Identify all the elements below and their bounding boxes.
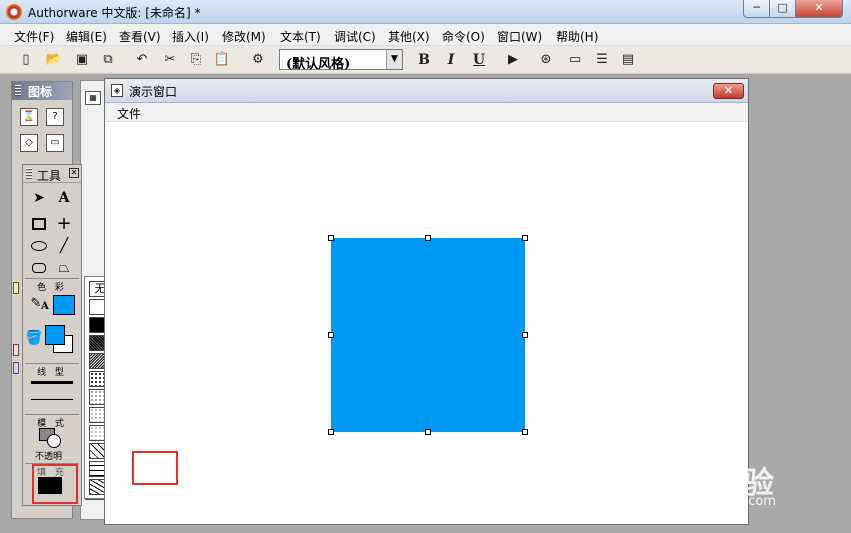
foreground-color-swatch[interactable]: [45, 325, 65, 345]
underline-button[interactable]: U: [469, 50, 489, 70]
polygon-tool-icon[interactable]: ⏢: [53, 257, 75, 279]
color-section-label: 色 彩: [25, 278, 79, 293]
menu-file[interactable]: 文件(F): [14, 28, 54, 45]
menu-bar: 文件(F) 编辑(E) 查看(V) 插入(I) 修改(M) 文本(T) 调试(C…: [0, 24, 851, 46]
app-icon: [6, 4, 22, 20]
knowledge-objects-icon[interactable]: ▤: [618, 50, 638, 70]
selection-handle[interactable]: [522, 235, 528, 241]
blue-rectangle-shape[interactable]: [331, 238, 525, 432]
menu-other[interactable]: 其他(X): [388, 28, 430, 45]
presentation-menu-file[interactable]: 文件: [117, 105, 141, 122]
display-icon[interactable]: ⌛: [20, 108, 38, 126]
line-tool-icon[interactable]: ╱: [53, 235, 75, 257]
decision-icon[interactable]: ?: [46, 108, 64, 126]
cut-icon[interactable]: ✂: [160, 50, 180, 70]
selection-handle[interactable]: [328, 235, 334, 241]
rectangle-tool-icon[interactable]: [28, 213, 50, 235]
text-style-value: (默认风格): [286, 57, 351, 72]
color-swatch: [13, 362, 19, 374]
save-all-icon[interactable]: ▣: [72, 50, 92, 70]
import-icon[interactable]: ⧉: [98, 50, 118, 70]
control-panel-icon[interactable]: ⊛: [536, 50, 556, 70]
window-title: Authorware 中文版: [未命名] *: [28, 6, 201, 20]
open-folder-icon[interactable]: 📂: [44, 50, 64, 70]
menu-modify[interactable]: 修改(M): [222, 28, 266, 45]
design-window-icon: ▦: [85, 91, 101, 105]
watermark: Bai 经验 jingyan.baidu.com: [650, 458, 840, 518]
ellipse-tool-icon[interactable]: [28, 235, 50, 257]
mode-circle-icon: [47, 434, 61, 448]
crosshair-tool-icon[interactable]: +: [53, 213, 75, 235]
line-style-thick[interactable]: [31, 381, 73, 384]
mode-section-label: 模 式: [25, 414, 79, 429]
selection-handle[interactable]: [328, 332, 334, 338]
icon-palette-header[interactable]: 图标: [12, 82, 72, 100]
copy-icon[interactable]: ⎘: [186, 50, 206, 70]
find-icon[interactable]: ⚙: [248, 50, 268, 70]
title-bar: Authorware 中文版: [未命名] * ─ □ ✕: [0, 0, 851, 24]
presentation-close-button[interactable]: ✕: [713, 83, 744, 99]
presentation-menu-bar: 文件: [105, 103, 748, 122]
rounded-rect-tool-icon[interactable]: [28, 257, 50, 279]
selection-handle[interactable]: [425, 235, 431, 241]
pen-color-text: A: [41, 301, 49, 312]
menu-debug[interactable]: 调试(C): [334, 28, 376, 45]
minimize-button[interactable]: ─: [743, 0, 770, 18]
tools-palette-header[interactable]: 工具 ✕: [23, 165, 81, 183]
toolbar: ▯ 📂 ▣ ⧉ ↶ ✂ ⎘ 📋 ⚙ (默认风格) ▼ B I U ▶ ⊛ ▭ ☰…: [0, 46, 851, 74]
selection-handle[interactable]: [328, 429, 334, 435]
grip-icon: [26, 168, 32, 180]
pointer-tool-icon[interactable]: ➤: [28, 187, 50, 209]
text-tool[interactable]: A: [53, 187, 75, 209]
variables-icon[interactable]: ☰: [592, 50, 612, 70]
menu-text[interactable]: 文本(T): [280, 28, 321, 45]
new-file-icon[interactable]: ▯: [16, 50, 36, 70]
menu-help[interactable]: 帮助(H): [556, 28, 598, 45]
mode-value: 不透明: [35, 452, 63, 462]
wait-icon[interactable]: ▭: [46, 134, 64, 152]
menu-edit[interactable]: 编辑(E): [66, 28, 107, 45]
line-section-label: 线 型: [25, 363, 79, 378]
highlight-fill-swatch: [32, 464, 78, 504]
functions-icon[interactable]: ▭: [565, 50, 585, 70]
undo-icon[interactable]: ↶: [132, 50, 152, 70]
presentation-title-bar[interactable]: ◈ 演示窗口 ✕: [105, 79, 748, 103]
menu-command[interactable]: 命令(O): [442, 28, 485, 45]
close-button[interactable]: ✕: [795, 0, 843, 18]
grip-icon: [15, 85, 21, 97]
watermark-sub: jingyan.baidu.com: [656, 494, 776, 509]
highlight-fill-pattern: [132, 451, 178, 485]
restart-icon[interactable]: ▶: [503, 50, 523, 70]
selection-handle[interactable]: [522, 332, 528, 338]
icon-palette-title: 图标: [28, 85, 53, 99]
erase-icon[interactable]: ◇: [20, 134, 38, 152]
tools-palette: 工具 ✕ ➤ A + ╱ ⏢ 色 彩 ✎ A 🪣 线 型 模 式 不透明 填 充: [22, 164, 82, 506]
menu-insert[interactable]: 插入(I): [172, 28, 209, 45]
presentation-window-icon: ◈: [111, 84, 123, 97]
maximize-button[interactable]: □: [769, 0, 796, 18]
menu-window[interactable]: 窗口(W): [497, 28, 542, 45]
close-icon[interactable]: ✕: [69, 168, 79, 178]
selection-handle[interactable]: [425, 429, 431, 435]
text-style-select[interactable]: (默认风格) ▼: [279, 49, 403, 72]
presentation-window-title: 演示窗口: [129, 85, 178, 99]
italic-button[interactable]: I: [441, 50, 461, 70]
tools-palette-title: 工具: [37, 169, 62, 183]
chevron-down-icon[interactable]: ▼: [386, 50, 402, 69]
line-style-thin[interactable]: [31, 399, 73, 400]
menu-view[interactable]: 查看(V): [119, 28, 161, 45]
paste-icon[interactable]: 📋: [212, 50, 232, 70]
stroke-color-swatch[interactable]: [53, 295, 75, 315]
color-swatch: [13, 282, 19, 294]
paint-bucket-icon[interactable]: 🪣: [23, 327, 45, 349]
selection-handle[interactable]: [522, 429, 528, 435]
color-swatch: [13, 344, 19, 356]
bold-button[interactable]: B: [414, 50, 434, 70]
